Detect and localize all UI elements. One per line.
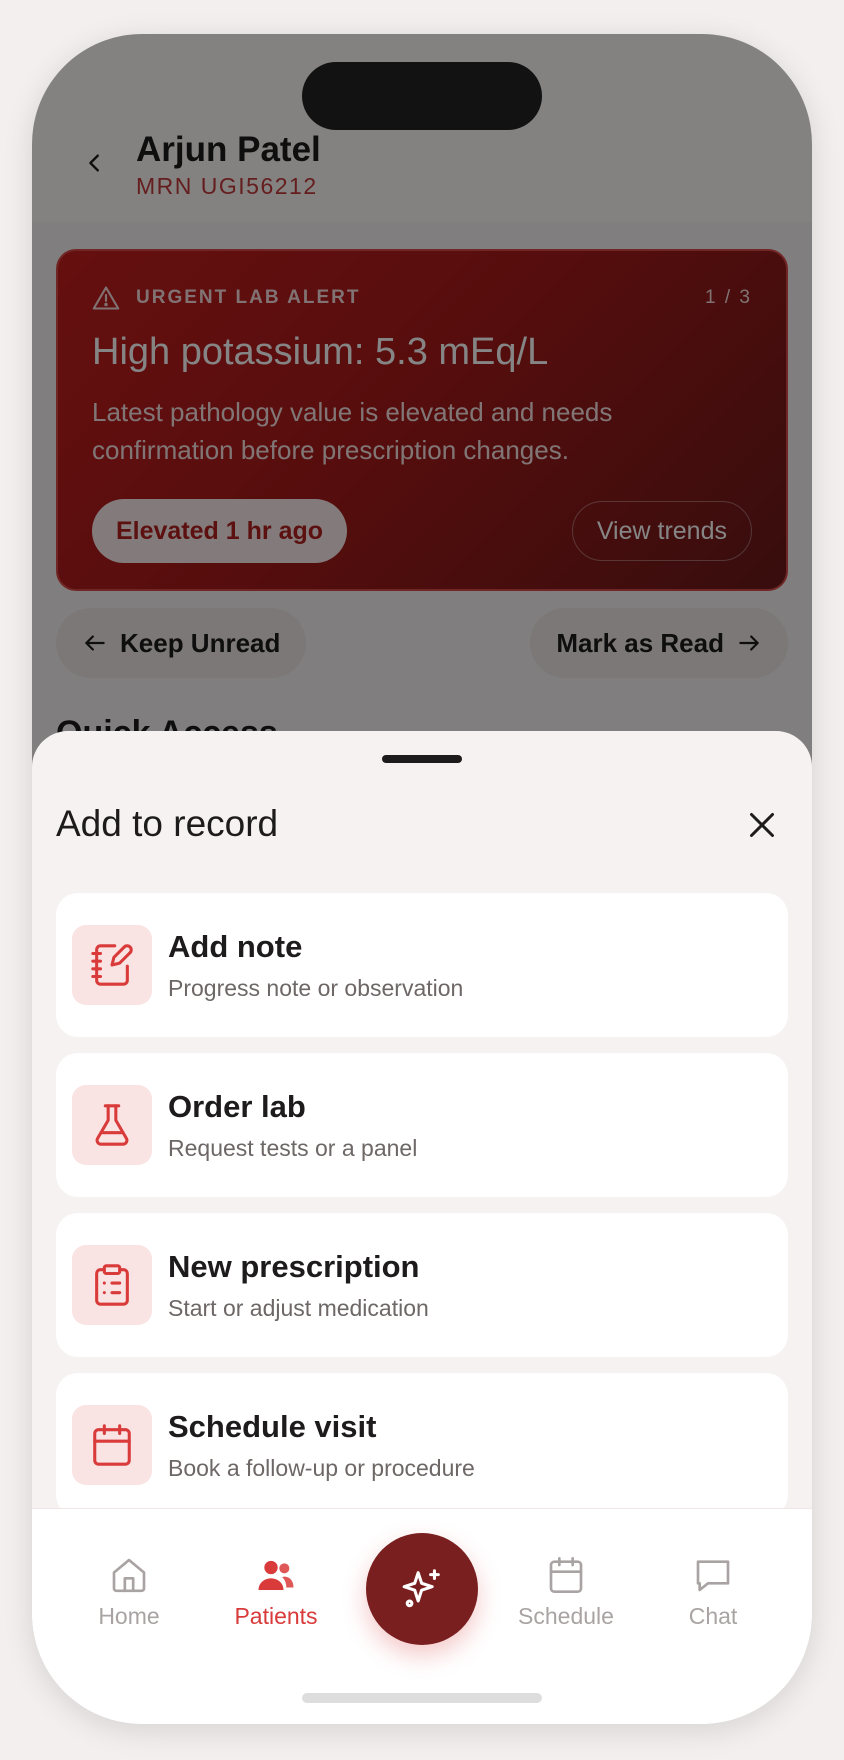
action-subtitle: Book a follow-up or procedure <box>168 1455 475 1481</box>
home-indicator <box>302 1693 542 1703</box>
ai-assistant-button[interactable] <box>366 1533 478 1645</box>
tab-schedule[interactable]: Schedule <box>506 1555 626 1630</box>
action-subtitle: Start or adjust medication <box>168 1295 429 1321</box>
order-lab-option[interactable]: Order lab Request tests or a panel <box>56 1053 788 1197</box>
tab-schedule-label: Schedule <box>518 1603 614 1629</box>
action-subtitle: Request tests or a panel <box>168 1135 418 1161</box>
action-icon-bg <box>72 1085 152 1165</box>
close-icon[interactable] <box>744 807 780 843</box>
tab-home[interactable]: Home <box>69 1555 189 1630</box>
phone-frame: Arjun Patel MRN UGI56212 URGENT LAB ALER… <box>32 34 812 1724</box>
tab-chat[interactable]: Chat <box>653 1555 773 1630</box>
schedule-visit-option[interactable]: Schedule visit Book a follow-up or proce… <box>56 1373 788 1517</box>
action-subtitle: Progress note or observation <box>168 975 464 1001</box>
dynamic-island <box>302 62 542 130</box>
action-title: Add note <box>168 929 303 964</box>
action-icon-bg <box>72 1405 152 1485</box>
calendar-icon <box>549 1557 583 1593</box>
add-note-option[interactable]: Add note Progress note or observation <box>56 893 788 1037</box>
users-icon <box>258 1560 294 1590</box>
bottom-tab-bar: Home Patients Schedule Chat <box>32 1508 812 1724</box>
tab-patients[interactable]: Patients <box>216 1555 336 1630</box>
action-icon-bg <box>72 1245 152 1325</box>
action-title: Order lab <box>168 1089 306 1124</box>
flask-icon <box>95 1104 129 1146</box>
action-title: New prescription <box>168 1249 420 1284</box>
tab-patients-label: Patients <box>234 1603 318 1629</box>
tab-chat-label: Chat <box>688 1603 738 1629</box>
clipboard-list-icon <box>95 1264 129 1306</box>
action-title: Schedule visit <box>168 1409 377 1444</box>
calendar-icon <box>93 1424 131 1466</box>
new-prescription-option[interactable]: New prescription Start or adjust medicat… <box>56 1213 788 1357</box>
sheet-title: Add to record <box>56 803 279 844</box>
chat-bubble-icon <box>696 1560 730 1592</box>
action-icon-bg <box>72 925 152 1005</box>
tab-home-label: Home <box>98 1603 160 1629</box>
sparkles-icon <box>402 1569 440 1608</box>
sheet-grabber[interactable] <box>382 755 462 763</box>
notebook-pen-icon <box>91 944 133 986</box>
home-icon <box>112 1558 146 1593</box>
